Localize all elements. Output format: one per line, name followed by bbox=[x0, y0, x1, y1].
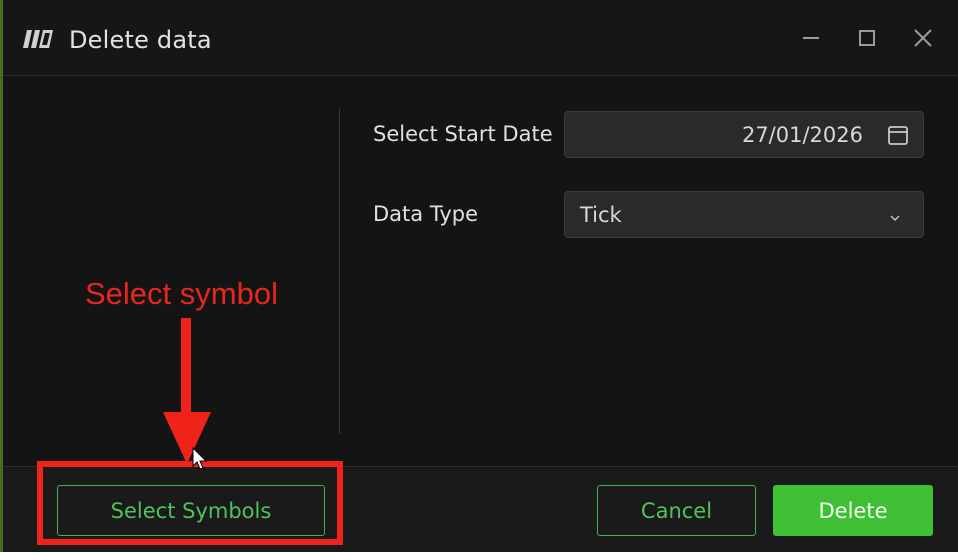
data-type-value[interactable]: Tick bbox=[580, 203, 622, 227]
title-bar: Delete data bbox=[3, 0, 958, 76]
delete-button[interactable]: Delete bbox=[773, 485, 933, 536]
window-title: Delete data bbox=[69, 26, 212, 54]
calendar-icon[interactable] bbox=[887, 124, 909, 146]
start-date-value[interactable]: 27/01/2026 bbox=[742, 123, 863, 147]
annotation-label: Select symbol bbox=[85, 276, 278, 311]
panel-divider bbox=[339, 108, 340, 434]
minimize-icon bbox=[801, 28, 821, 48]
data-type-dropdown[interactable]: Tick bbox=[564, 191, 924, 238]
minimize-button[interactable] bbox=[793, 22, 829, 54]
data-type-label: Data Type bbox=[373, 202, 479, 226]
start-date-label: Select Start Date bbox=[373, 122, 553, 146]
annotation-highlight-box bbox=[37, 461, 343, 545]
maximize-icon bbox=[857, 28, 877, 48]
maximize-button[interactable] bbox=[849, 22, 885, 54]
mouse-cursor-icon bbox=[191, 446, 209, 472]
cancel-button[interactable]: Cancel bbox=[597, 485, 756, 536]
app-logo-icon bbox=[23, 30, 53, 48]
close-icon bbox=[913, 28, 933, 48]
close-button[interactable] bbox=[905, 22, 941, 54]
chevron-down-icon[interactable] bbox=[889, 208, 901, 222]
delete-data-dialog: Delete data Select Start Date 27/01/2026 bbox=[0, 0, 958, 552]
start-date-picker[interactable]: 27/01/2026 bbox=[564, 111, 924, 158]
annotation-arrow-icon bbox=[153, 316, 223, 466]
